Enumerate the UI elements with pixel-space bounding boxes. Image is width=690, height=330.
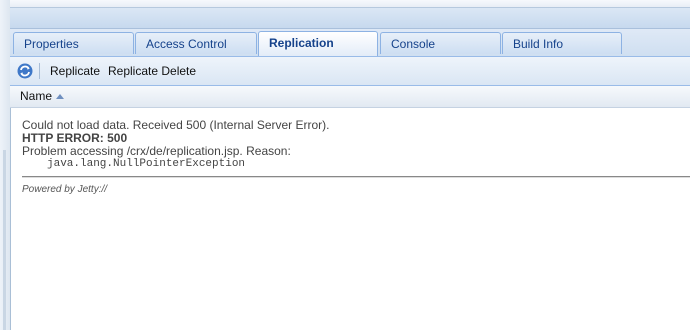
tab-label: Build Info [513,37,564,51]
divider [22,176,690,178]
exception-text: java.lang.NullPointerException [47,158,246,170]
toolbar: Replicate Replicate Delete [10,57,690,86]
tab-properties[interactable]: Properties [13,32,134,54]
error-message: Could not load data. Received 500 (Inter… [22,119,690,171]
replicate-button[interactable]: Replicate [50,57,100,85]
sort-ascending-icon [56,94,65,100]
tab-label: Access Control [146,37,227,51]
powered-by-text: Powered by Jetty:// [22,184,108,195]
column-header-label: Name [20,89,53,103]
tab-label: Properties [24,37,79,51]
replicate-delete-button[interactable]: Replicate Delete [108,57,196,85]
tab-build-info[interactable]: Build Info [502,32,622,54]
left-panel-splitter[interactable] [3,150,6,330]
toolbar-separator [39,63,40,79]
grid-header: Name [10,86,690,108]
refresh-icon[interactable] [17,63,33,79]
top-strip [10,0,690,8]
tab-bar: Properties Access Control Replication Co… [10,29,690,57]
tab-access-control[interactable]: Access Control [135,32,257,54]
tab-console[interactable]: Console [380,32,501,54]
problem-text: Problem accessing /crx/de/replication.js… [22,144,291,158]
panel-header [10,8,690,29]
tab-label: Replication [269,36,334,50]
tab-replication[interactable]: Replication [258,31,378,56]
column-header-name[interactable]: Name [20,86,65,107]
tab-label: Console [391,37,436,51]
